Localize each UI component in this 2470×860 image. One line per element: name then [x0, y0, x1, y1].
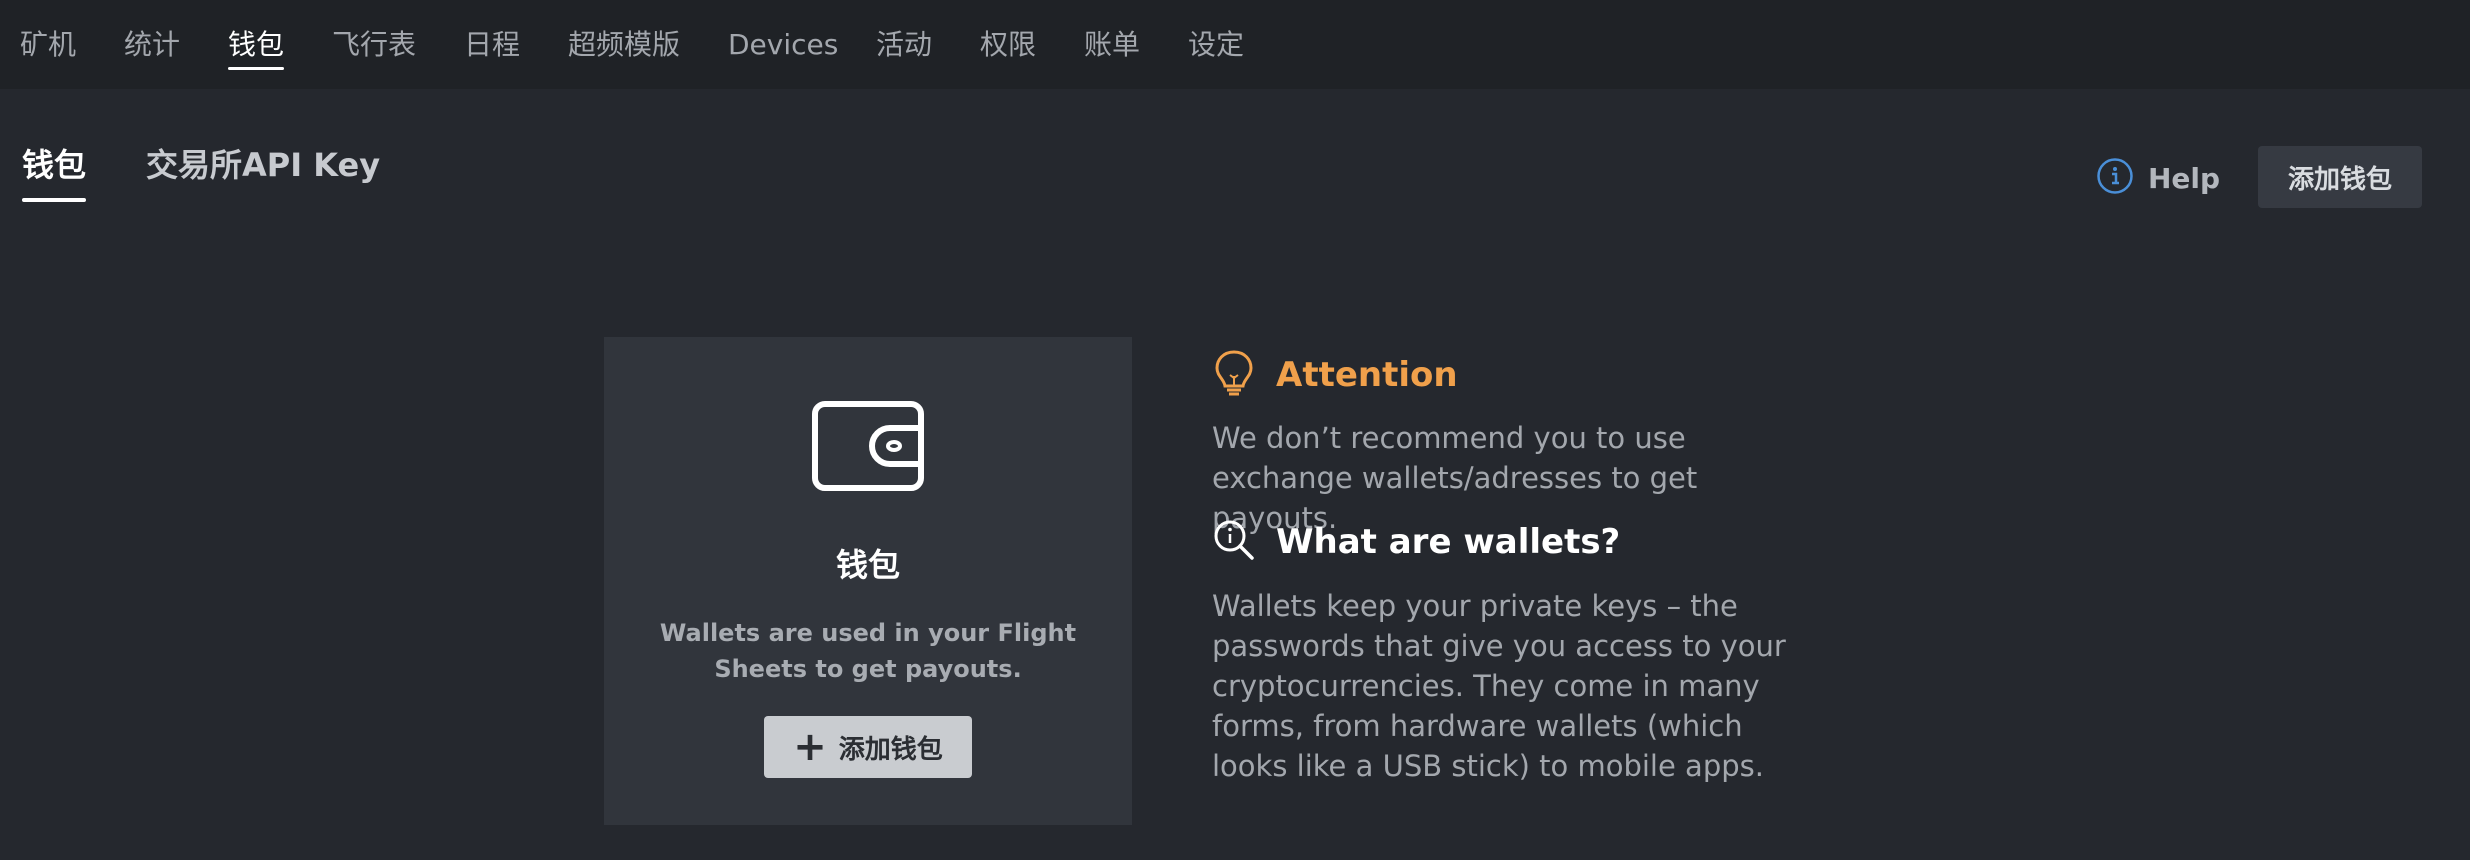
card-add-wallet-button[interactable]: + 添加钱包 — [764, 716, 972, 778]
attention-title: Attention — [1276, 355, 1458, 395]
what-are-wallets-heading: What are wallets? — [1212, 518, 1620, 566]
add-wallet-button[interactable]: 添加钱包 — [2258, 146, 2422, 208]
top-navigation: 矿机 统计 钱包 飞行表 日程 超频模版 Devices 活动 权限 账单 设定 — [0, 0, 2470, 89]
what-are-wallets-title: What are wallets? — [1276, 522, 1621, 562]
info-circle-icon — [2096, 157, 2134, 199]
card-description: Wallets are used in your Flight Sheets t… — [659, 619, 1077, 683]
tab-stats[interactable]: 统计 — [124, 22, 180, 68]
card-title: 钱包 — [835, 546, 900, 584]
tab-access[interactable]: 权限 — [980, 22, 1036, 68]
tab-oc-templates[interactable]: 超频模版 — [568, 22, 680, 68]
tab-devices[interactable]: Devices — [728, 22, 838, 68]
help-link[interactable]: Help — [2096, 155, 2220, 201]
tab-activity[interactable]: 活动 — [876, 22, 932, 68]
tab-billing[interactable]: 账单 — [1084, 22, 1140, 68]
plus-icon: + — [793, 724, 827, 770]
tab-flight-sheets[interactable]: 飞行表 — [332, 22, 416, 68]
wallet-icon — [812, 401, 924, 495]
tab-settings[interactable]: 设定 — [1188, 22, 1244, 68]
lightbulb-icon — [1212, 348, 1256, 402]
attention-heading: Attention — [1212, 348, 1458, 402]
tab-workers[interactable]: 矿机 — [20, 22, 76, 68]
subtab-exchange-api-key[interactable]: 交易所API Key — [146, 140, 380, 190]
help-label: Help — [2148, 161, 2221, 195]
subtab-wallets[interactable]: 钱包 — [22, 140, 87, 202]
card-add-wallet-label: 添加钱包 — [838, 734, 943, 765]
search-info-icon — [1212, 518, 1256, 566]
tab-schedules[interactable]: 日程 — [464, 22, 520, 68]
what-are-wallets-text: Wallets keep your private keys – the pas… — [1212, 589, 1786, 783]
wallets-empty-card: 钱包 Wallets are used in your Flight Sheet… — [604, 337, 1132, 825]
tab-wallets[interactable]: 钱包 — [228, 22, 285, 70]
